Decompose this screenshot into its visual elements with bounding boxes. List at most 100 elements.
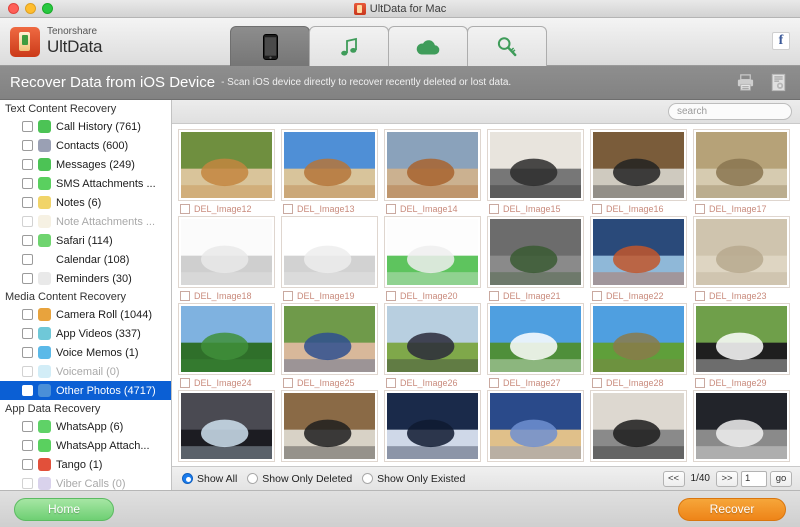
thumbnail-checkbox[interactable] bbox=[283, 204, 293, 214]
thumbnail-checkbox[interactable] bbox=[592, 378, 602, 388]
thumbnail-cell[interactable]: DEL_Image15 bbox=[487, 129, 590, 214]
thumbnail-image[interactable] bbox=[281, 216, 378, 288]
sidebar-item-voicemail[interactable]: Voicemail (0) bbox=[0, 362, 171, 381]
thumbnail-image[interactable] bbox=[178, 216, 275, 288]
tab-itunes-backup[interactable] bbox=[309, 26, 389, 66]
thumbnail-checkbox[interactable] bbox=[489, 378, 499, 388]
thumbnail-image[interactable] bbox=[487, 129, 584, 201]
thumbnail-checkbox[interactable] bbox=[695, 291, 705, 301]
sidebar-item-checkbox[interactable] bbox=[22, 159, 33, 170]
thumbnail-cell[interactable]: DEL_Image23 bbox=[693, 216, 796, 301]
home-button[interactable]: Home bbox=[14, 498, 114, 521]
thumbnail-checkbox[interactable] bbox=[180, 378, 190, 388]
sidebar-item-app-videos[interactable]: App Videos (337) bbox=[0, 324, 171, 343]
sidebar-item-tango[interactable]: Tango (1) bbox=[0, 455, 171, 474]
prev-page-button[interactable]: << bbox=[663, 471, 685, 487]
thumbnail-image[interactable] bbox=[178, 129, 275, 201]
thumbnail-image[interactable] bbox=[178, 303, 275, 375]
sidebar-item-checkbox[interactable] bbox=[22, 347, 33, 358]
sidebar-item-notes[interactable]: Notes (6) bbox=[0, 193, 171, 212]
tab-ios-device[interactable] bbox=[230, 26, 310, 66]
thumbnail-image[interactable] bbox=[693, 390, 790, 462]
thumbnail-cell[interactable] bbox=[693, 390, 796, 465]
thumbnail-checkbox[interactable] bbox=[283, 378, 293, 388]
sidebar-item-checkbox[interactable] bbox=[22, 140, 33, 151]
filter-radio[interactable] bbox=[182, 473, 193, 484]
thumbnail-cell[interactable]: DEL_Image28 bbox=[590, 303, 693, 388]
search-input[interactable]: search bbox=[668, 103, 792, 120]
thumbnail-image[interactable] bbox=[693, 129, 790, 201]
sidebar-item-viber-calls[interactable]: Viber Calls (0) bbox=[0, 474, 171, 490]
sidebar-item-checkbox[interactable] bbox=[22, 309, 33, 320]
filter-option[interactable]: Show Only Deleted bbox=[247, 473, 352, 485]
thumbnail-checkbox[interactable] bbox=[283, 291, 293, 301]
sidebar-item-whatsapp-attachment[interactable]: WhatsApp Attach... bbox=[0, 436, 171, 455]
filter-option[interactable]: Show All bbox=[182, 473, 237, 485]
thumbnail-checkbox[interactable] bbox=[489, 204, 499, 214]
thumbnail-image[interactable] bbox=[693, 303, 790, 375]
thumbnail-checkbox[interactable] bbox=[695, 204, 705, 214]
sidebar-item-checkbox[interactable] bbox=[22, 235, 33, 246]
thumbnail-cell[interactable]: DEL_Image13 bbox=[281, 129, 384, 214]
thumbnail-image[interactable] bbox=[590, 216, 687, 288]
thumbnail-image[interactable] bbox=[487, 390, 584, 462]
thumbnail-image[interactable] bbox=[281, 390, 378, 462]
sidebar-item-other-photos[interactable]: Other Photos (4717) bbox=[0, 381, 171, 400]
thumbnail-cell[interactable] bbox=[487, 390, 590, 465]
sidebar-item-checkbox[interactable] bbox=[22, 385, 33, 396]
thumbnail-image[interactable] bbox=[693, 216, 790, 288]
thumbnail-cell[interactable]: DEL_Image22 bbox=[590, 216, 693, 301]
thumbnail-image[interactable] bbox=[384, 303, 481, 375]
recover-button[interactable]: Recover bbox=[678, 498, 786, 521]
thumbnail-cell[interactable]: DEL_Image21 bbox=[487, 216, 590, 301]
thumbnail-grid-scroll[interactable]: DEL_Image12DEL_Image13DEL_Image14DEL_Ima… bbox=[172, 124, 800, 466]
thumbnail-image[interactable] bbox=[178, 390, 275, 462]
sidebar-item-checkbox[interactable] bbox=[22, 216, 33, 227]
thumbnail-cell[interactable] bbox=[281, 390, 384, 465]
thumbnail-cell[interactable]: DEL_Image25 bbox=[281, 303, 384, 388]
sidebar-item-checkbox[interactable] bbox=[22, 459, 33, 470]
thumbnail-cell[interactable] bbox=[590, 390, 693, 465]
thumbnail-checkbox[interactable] bbox=[386, 378, 396, 388]
filter-radio[interactable] bbox=[362, 473, 373, 484]
thumbnail-cell[interactable]: DEL_Image26 bbox=[384, 303, 487, 388]
sidebar-item-checkbox[interactable] bbox=[22, 478, 33, 489]
facebook-icon[interactable]: f bbox=[772, 32, 790, 50]
thumbnail-image[interactable] bbox=[384, 129, 481, 201]
thumbnail-checkbox[interactable] bbox=[386, 204, 396, 214]
thumbnail-cell[interactable]: DEL_Image18 bbox=[178, 216, 281, 301]
thumbnail-image[interactable] bbox=[281, 129, 378, 201]
sidebar-item-checkbox[interactable] bbox=[22, 254, 33, 265]
sidebar-item-checkbox[interactable] bbox=[22, 273, 33, 284]
recovery-categories-sidebar[interactable]: Text Content RecoveryCall History (761)C… bbox=[0, 100, 172, 490]
sidebar-item-checkbox[interactable] bbox=[22, 178, 33, 189]
thumbnail-cell[interactable] bbox=[178, 390, 281, 465]
sidebar-item-note-attachment[interactable]: Note Attachments ... bbox=[0, 212, 171, 231]
thumbnail-cell[interactable] bbox=[384, 390, 487, 465]
thumbnail-cell[interactable]: DEL_Image12 bbox=[178, 129, 281, 214]
thumbnail-checkbox[interactable] bbox=[180, 291, 190, 301]
sidebar-item-checkbox[interactable] bbox=[22, 121, 33, 132]
sidebar-item-whatsapp[interactable]: WhatsApp (6) bbox=[0, 417, 171, 436]
sidebar-item-calendar[interactable]: Calendar (108) bbox=[0, 250, 171, 269]
thumbnail-cell[interactable]: DEL_Image19 bbox=[281, 216, 384, 301]
thumbnail-image[interactable] bbox=[384, 216, 481, 288]
thumbnail-cell[interactable]: DEL_Image27 bbox=[487, 303, 590, 388]
sidebar-item-reminders[interactable]: Reminders (30) bbox=[0, 269, 171, 288]
sidebar-item-checkbox[interactable] bbox=[22, 366, 33, 377]
go-button[interactable]: go bbox=[770, 471, 792, 487]
settings-document-icon[interactable] bbox=[769, 73, 788, 92]
thumbnail-image[interactable] bbox=[590, 303, 687, 375]
thumbnail-cell[interactable]: DEL_Image14 bbox=[384, 129, 487, 214]
thumbnail-checkbox[interactable] bbox=[592, 204, 602, 214]
thumbnail-cell[interactable]: DEL_Image16 bbox=[590, 129, 693, 214]
thumbnail-image[interactable] bbox=[384, 390, 481, 462]
tab-deep-scan[interactable] bbox=[467, 26, 547, 66]
thumbnail-image[interactable] bbox=[590, 129, 687, 201]
next-page-button[interactable]: >> bbox=[716, 471, 738, 487]
filter-radio[interactable] bbox=[247, 473, 258, 484]
thumbnail-cell[interactable]: DEL_Image17 bbox=[693, 129, 796, 214]
tab-icloud-backup[interactable] bbox=[388, 26, 468, 66]
sidebar-item-phone[interactable]: Call History (761) bbox=[0, 117, 171, 136]
sidebar-item-paperclip[interactable]: SMS Attachments ... bbox=[0, 174, 171, 193]
